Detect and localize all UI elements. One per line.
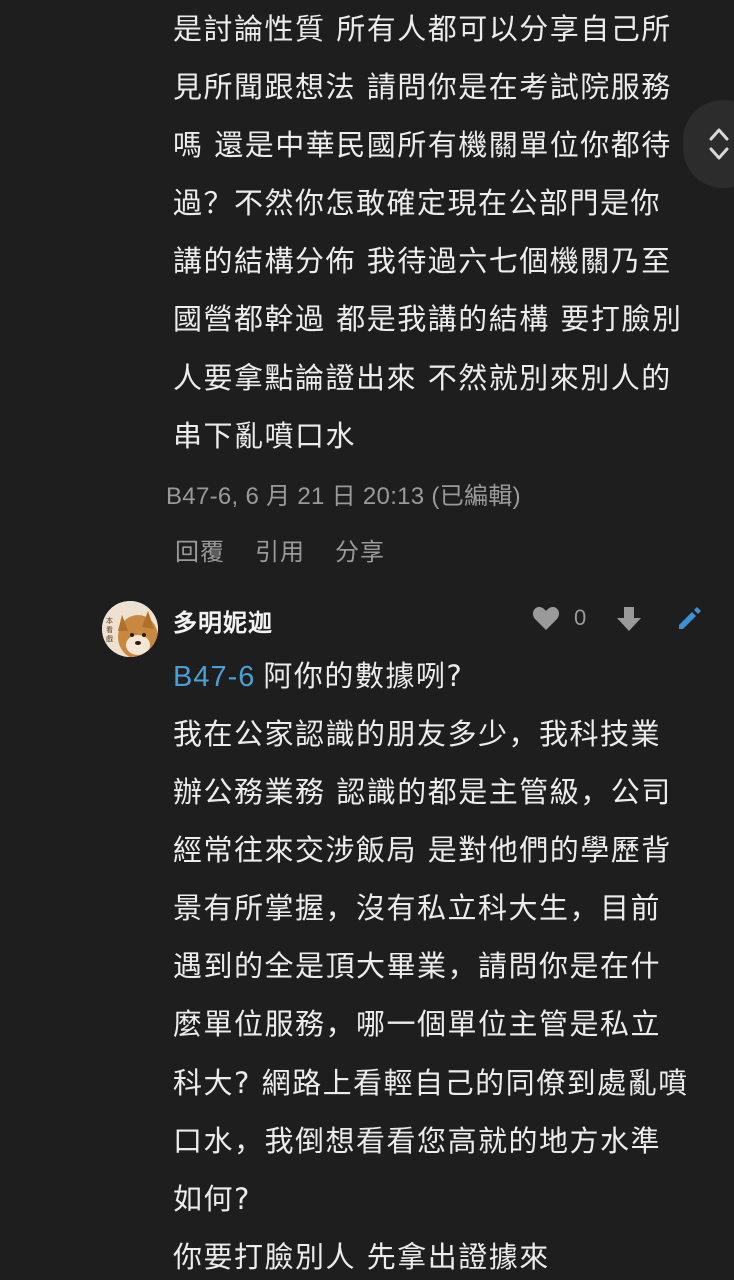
- pencil-icon: [679, 607, 701, 629]
- post-line: 辦公務業務 認識的都是主管級，公司: [173, 775, 672, 809]
- like-count: 0: [574, 605, 587, 630]
- post-line: 國營都幹過 都是我講的結構 要打臉別: [173, 302, 683, 336]
- dog-avatar-image: 本 看 戲: [102, 601, 158, 657]
- post-line: 串下亂噴口水: [173, 419, 357, 453]
- quote-text: 阿你的數據咧?: [263, 659, 464, 693]
- post-line: 我在公家認識的朋友多少，我科技業: [173, 717, 662, 751]
- heart-icon: [532, 607, 560, 630]
- post-line: 景有所掌握，沒有私立科大生，目前: [173, 891, 662, 925]
- post-line: 口水，我倒想看看您高就的地方水準: [173, 1124, 662, 1158]
- arrow-down-icon: [617, 607, 641, 631]
- post-line: 麼單位服務，哪一個單位主管是私立: [173, 1007, 662, 1041]
- edit-button[interactable]: [676, 604, 704, 636]
- download-button[interactable]: [616, 605, 642, 637]
- avatar-logo-text: 本: [106, 616, 113, 625]
- post-line: 講的結構分佈 我待過六七個機關乃至: [173, 244, 672, 278]
- post-line: 過？不然你怎敢確定現在公部門是你: [173, 186, 662, 220]
- post-line: 如何?: [173, 1182, 251, 1216]
- post-line: 是討論性質 所有人都可以分享自己所: [173, 12, 672, 46]
- post-line: 見所聞跟想法 請問你是在考試院服務: [173, 70, 672, 104]
- like-button[interactable]: 0: [532, 605, 586, 631]
- post-line: 經常往來交涉飯局 是對他們的學歷背: [173, 833, 672, 867]
- avatar-logo-text: 看: [106, 626, 113, 634]
- quote-button[interactable]: 引用: [255, 532, 305, 567]
- quote-line: B47-6 阿你的數據咧?: [173, 656, 463, 697]
- reply-button[interactable]: 回覆: [175, 532, 225, 567]
- avatar[interactable]: 本 看 戲: [102, 601, 158, 657]
- scroll-handle[interactable]: [683, 100, 734, 188]
- quote-reference-link[interactable]: B47-6: [173, 661, 255, 693]
- post-line: 遇到的全是頂大畢業，請問你是在什: [173, 949, 662, 983]
- post-line: 科大? 網路上看輕自己的同僚到處亂噴: [173, 1066, 689, 1100]
- post-meta: B47-6, 6 月 21 日 20:13 (已編輯): [166, 483, 521, 510]
- avatar-logo-text: 戲: [106, 634, 113, 643]
- post-line: 你要打臉別人 先拿出證據來: [173, 1240, 550, 1274]
- username[interactable]: 多明妮迦: [173, 603, 273, 638]
- post-line: 嗎 還是中華民國所有機關單位你都待: [173, 128, 672, 162]
- post-line: 人要拿點論證出來 不然就別來別人的: [173, 361, 672, 395]
- share-button[interactable]: 分享: [335, 532, 385, 567]
- up-down-chevron-icon: [709, 128, 729, 160]
- post-actions: 回覆 引用 分享: [175, 532, 385, 567]
